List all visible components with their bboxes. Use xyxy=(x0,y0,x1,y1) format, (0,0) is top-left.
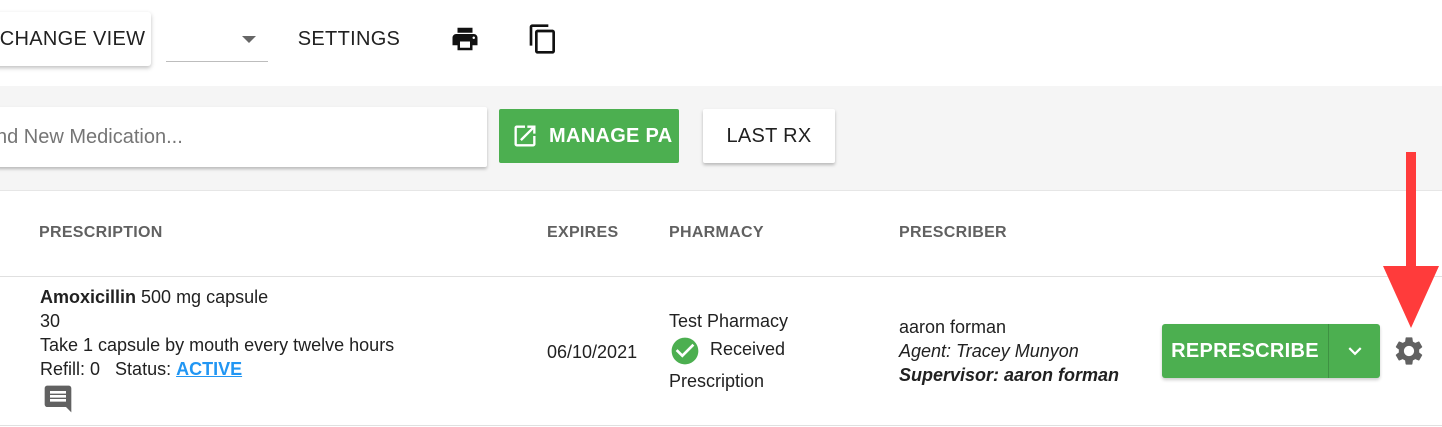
column-header-prescriber: PRESCRIBER xyxy=(899,224,1007,241)
medication-name-line: Amoxicillin 500 mg capsule xyxy=(40,287,268,308)
manage-pa-button[interactable]: MANAGE PA xyxy=(499,109,679,163)
print-icon[interactable] xyxy=(443,17,487,61)
column-header-pharmacy: PHARMACY xyxy=(669,224,764,241)
last-rx-button[interactable]: LAST RX xyxy=(703,109,835,163)
pharmacy-status-prescription: Prescription xyxy=(669,371,765,391)
represcribe-button[interactable]: REPRESCRIBE xyxy=(1162,324,1328,378)
status-label: Status: xyxy=(115,359,177,379)
check-circle-icon xyxy=(669,335,701,372)
add-medication-input[interactable] xyxy=(0,107,487,167)
comment-icon[interactable] xyxy=(41,383,75,420)
status-active-link[interactable]: ACTIVE xyxy=(176,359,242,379)
medication-name: Amoxicillin xyxy=(40,287,137,307)
manage-pa-label: MANAGE PA xyxy=(549,124,673,147)
prescriber-agent: Agent: Tracey Munyon xyxy=(899,341,1079,361)
medication-quantity: 30 xyxy=(40,311,61,331)
pharmacy-name: Test Pharmacy xyxy=(669,311,789,331)
represcribe-dropdown-button[interactable] xyxy=(1329,324,1380,378)
column-header-expires: EXPIRES xyxy=(547,224,619,241)
medication-sig: Take 1 capsule by mouth every twelve hou… xyxy=(40,335,395,355)
top-toolbar: CHANGE VIEW SETTINGS xyxy=(0,0,1442,86)
represcribe-split-button: REPRESCRIBE xyxy=(1162,324,1380,378)
external-link-icon xyxy=(514,125,536,147)
refill-status-line: Refill: 0 Status: ACTIVE xyxy=(40,359,242,380)
chevron-down-icon xyxy=(1348,347,1361,356)
view-select[interactable] xyxy=(166,18,268,62)
refill-count: Refill: 0 xyxy=(40,359,101,379)
prescriber-supervisor: Supervisor: aaron forman xyxy=(899,365,1120,385)
expires-date: 06/10/2021 xyxy=(547,342,638,362)
header-divider xyxy=(0,276,1442,277)
copy-icon[interactable] xyxy=(521,17,565,61)
medication-strength: 500 mg capsule xyxy=(136,287,269,307)
annotation-arrow-icon xyxy=(1383,152,1439,328)
settings-button[interactable]: SETTINGS xyxy=(282,18,416,60)
prescriber-name: aaron forman xyxy=(899,317,1007,337)
row-divider xyxy=(0,425,1442,426)
medication-action-bar: MANAGE PA LAST RX xyxy=(0,86,1442,191)
caret-down-icon xyxy=(242,36,256,43)
gear-icon[interactable] xyxy=(1392,334,1426,368)
change-view-button[interactable]: CHANGE VIEW xyxy=(0,12,151,66)
pharmacy-status-received: Received xyxy=(710,339,786,359)
add-medication-search xyxy=(0,107,487,167)
column-header-prescription: PRESCRIPTION xyxy=(39,224,163,241)
